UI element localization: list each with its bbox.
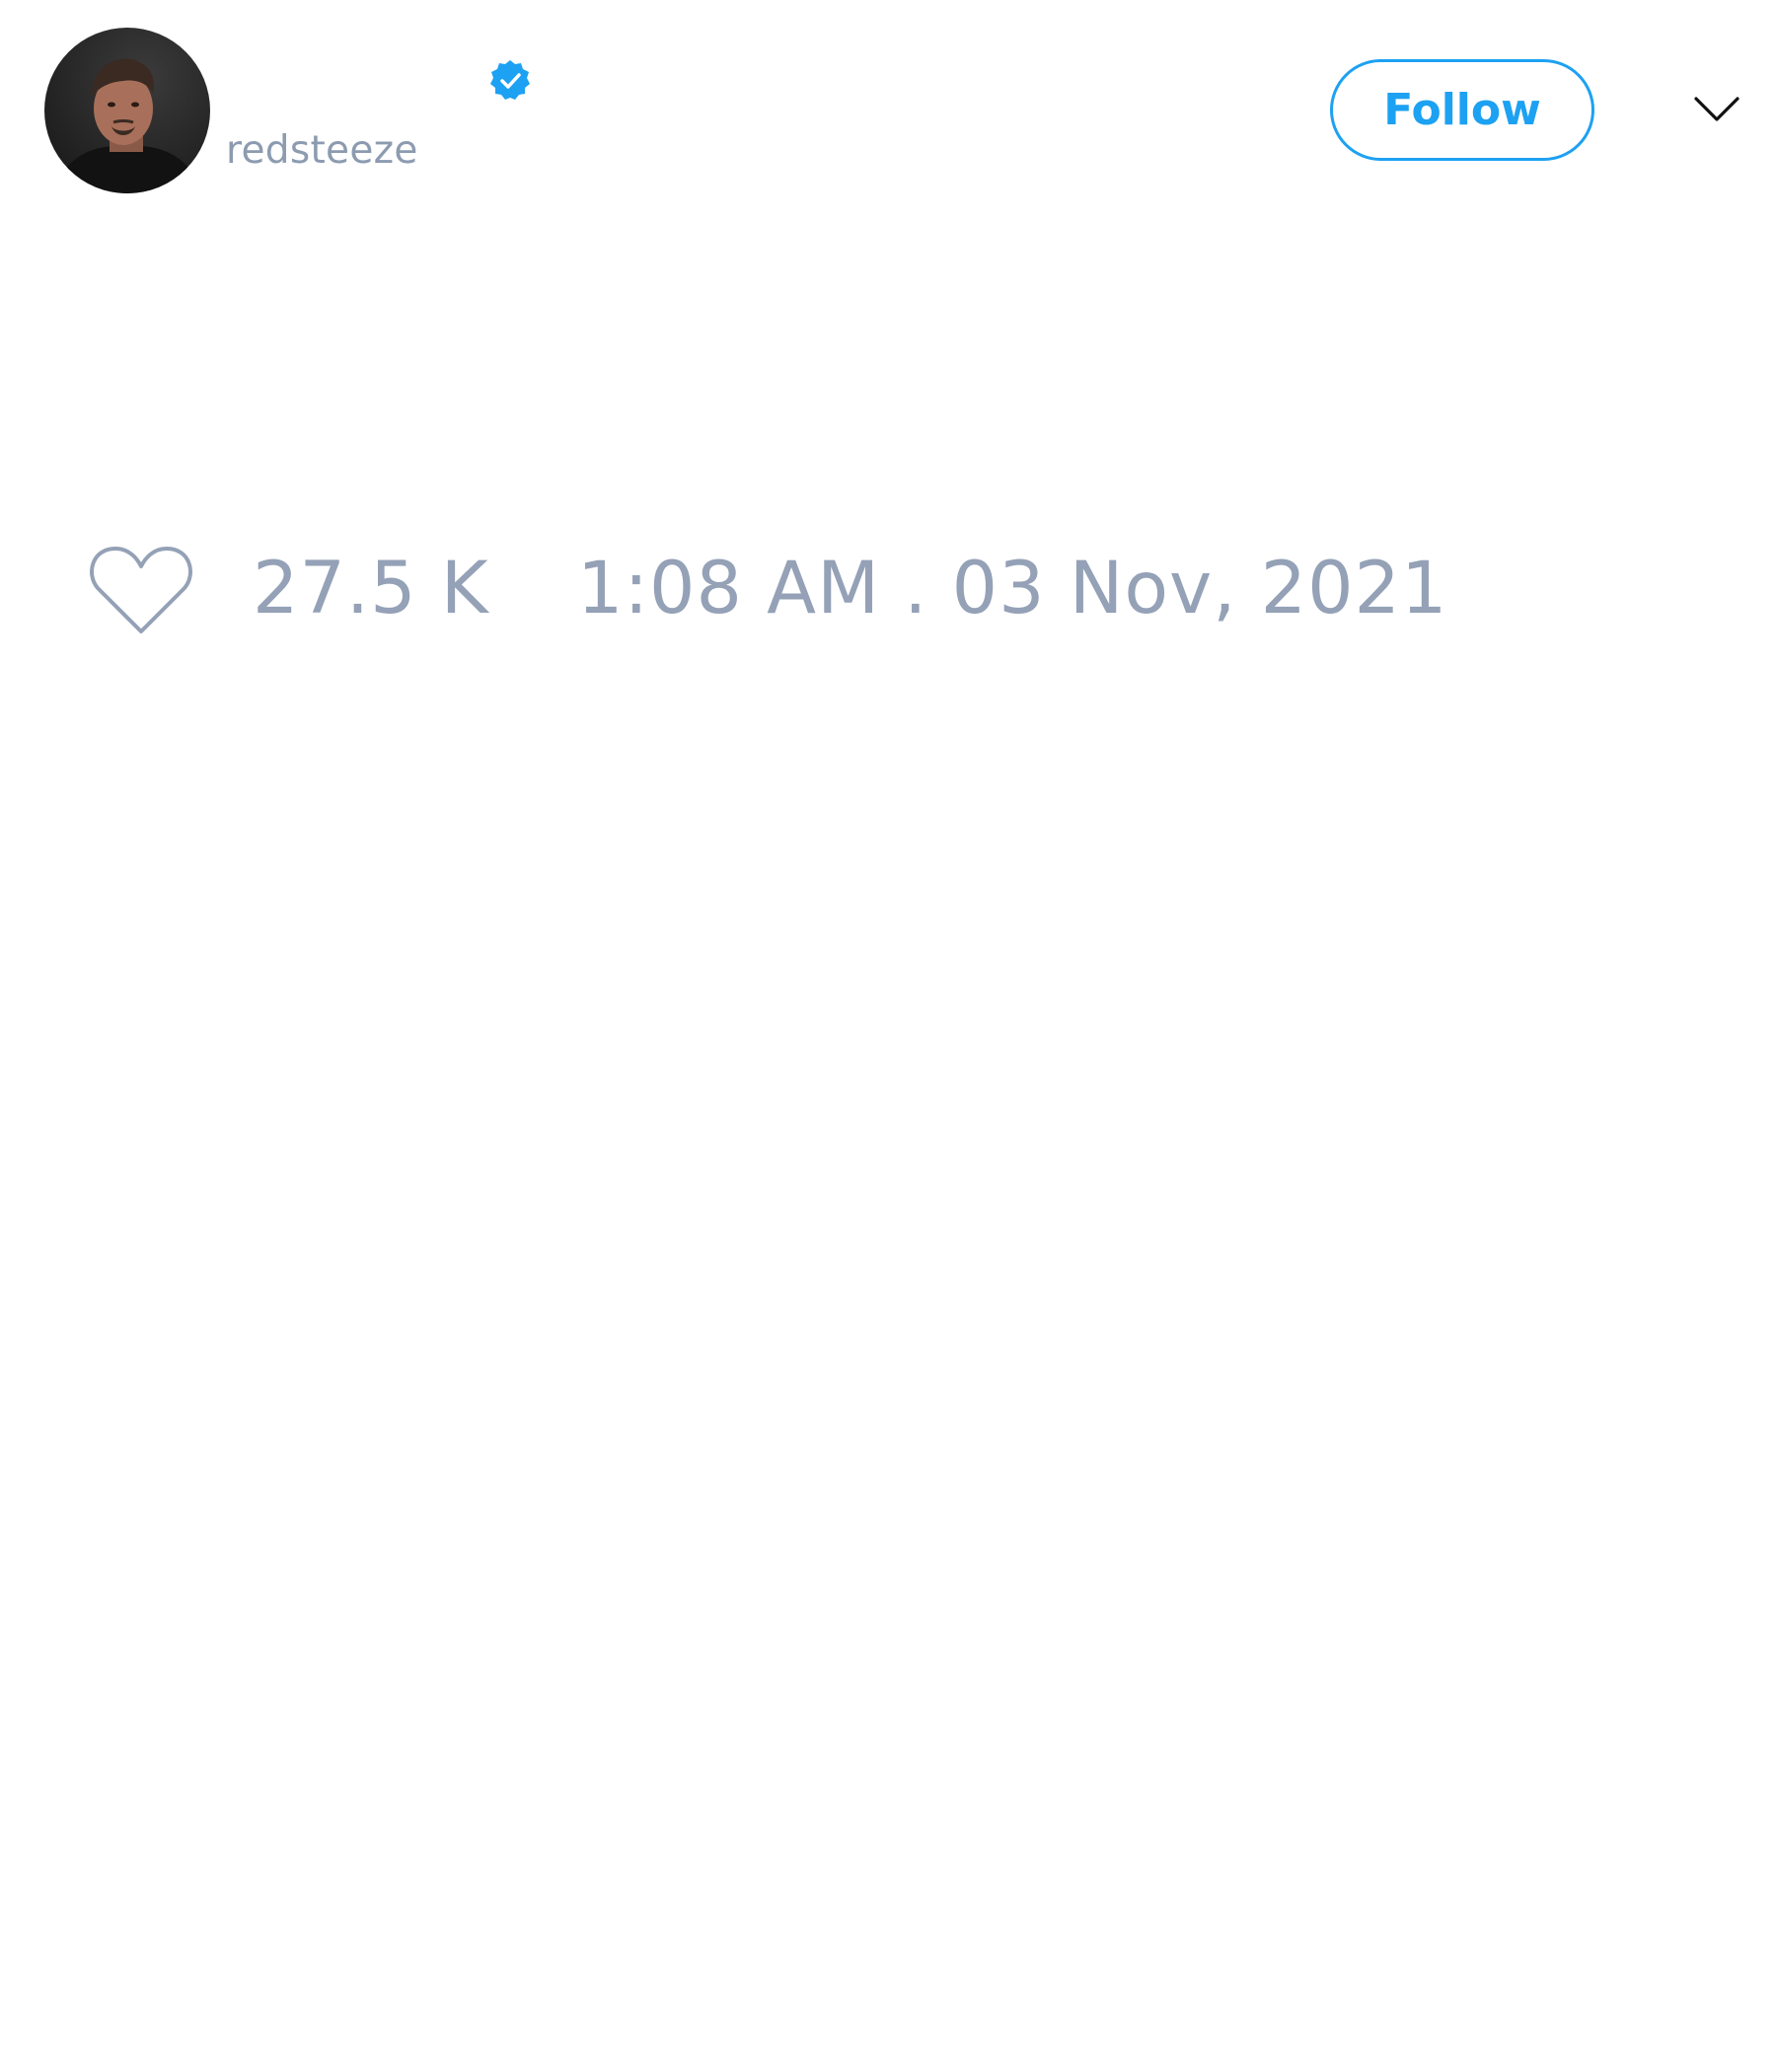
heart-outline-icon[interactable] [88,543,194,637]
verified-badge-icon [490,60,530,100]
tweet-timestamp[interactable]: 1:08 AM . 03 Nov, 2021 [577,548,1447,630]
like-count: 27.5 K [253,547,489,630]
avatar[interactable] [44,28,210,193]
avatar-photo [44,28,210,193]
follow-button[interactable]: Follow [1330,59,1594,161]
author-handle[interactable]: redsteeze [226,126,418,176]
chevron-down-icon[interactable] [1693,95,1740,124]
